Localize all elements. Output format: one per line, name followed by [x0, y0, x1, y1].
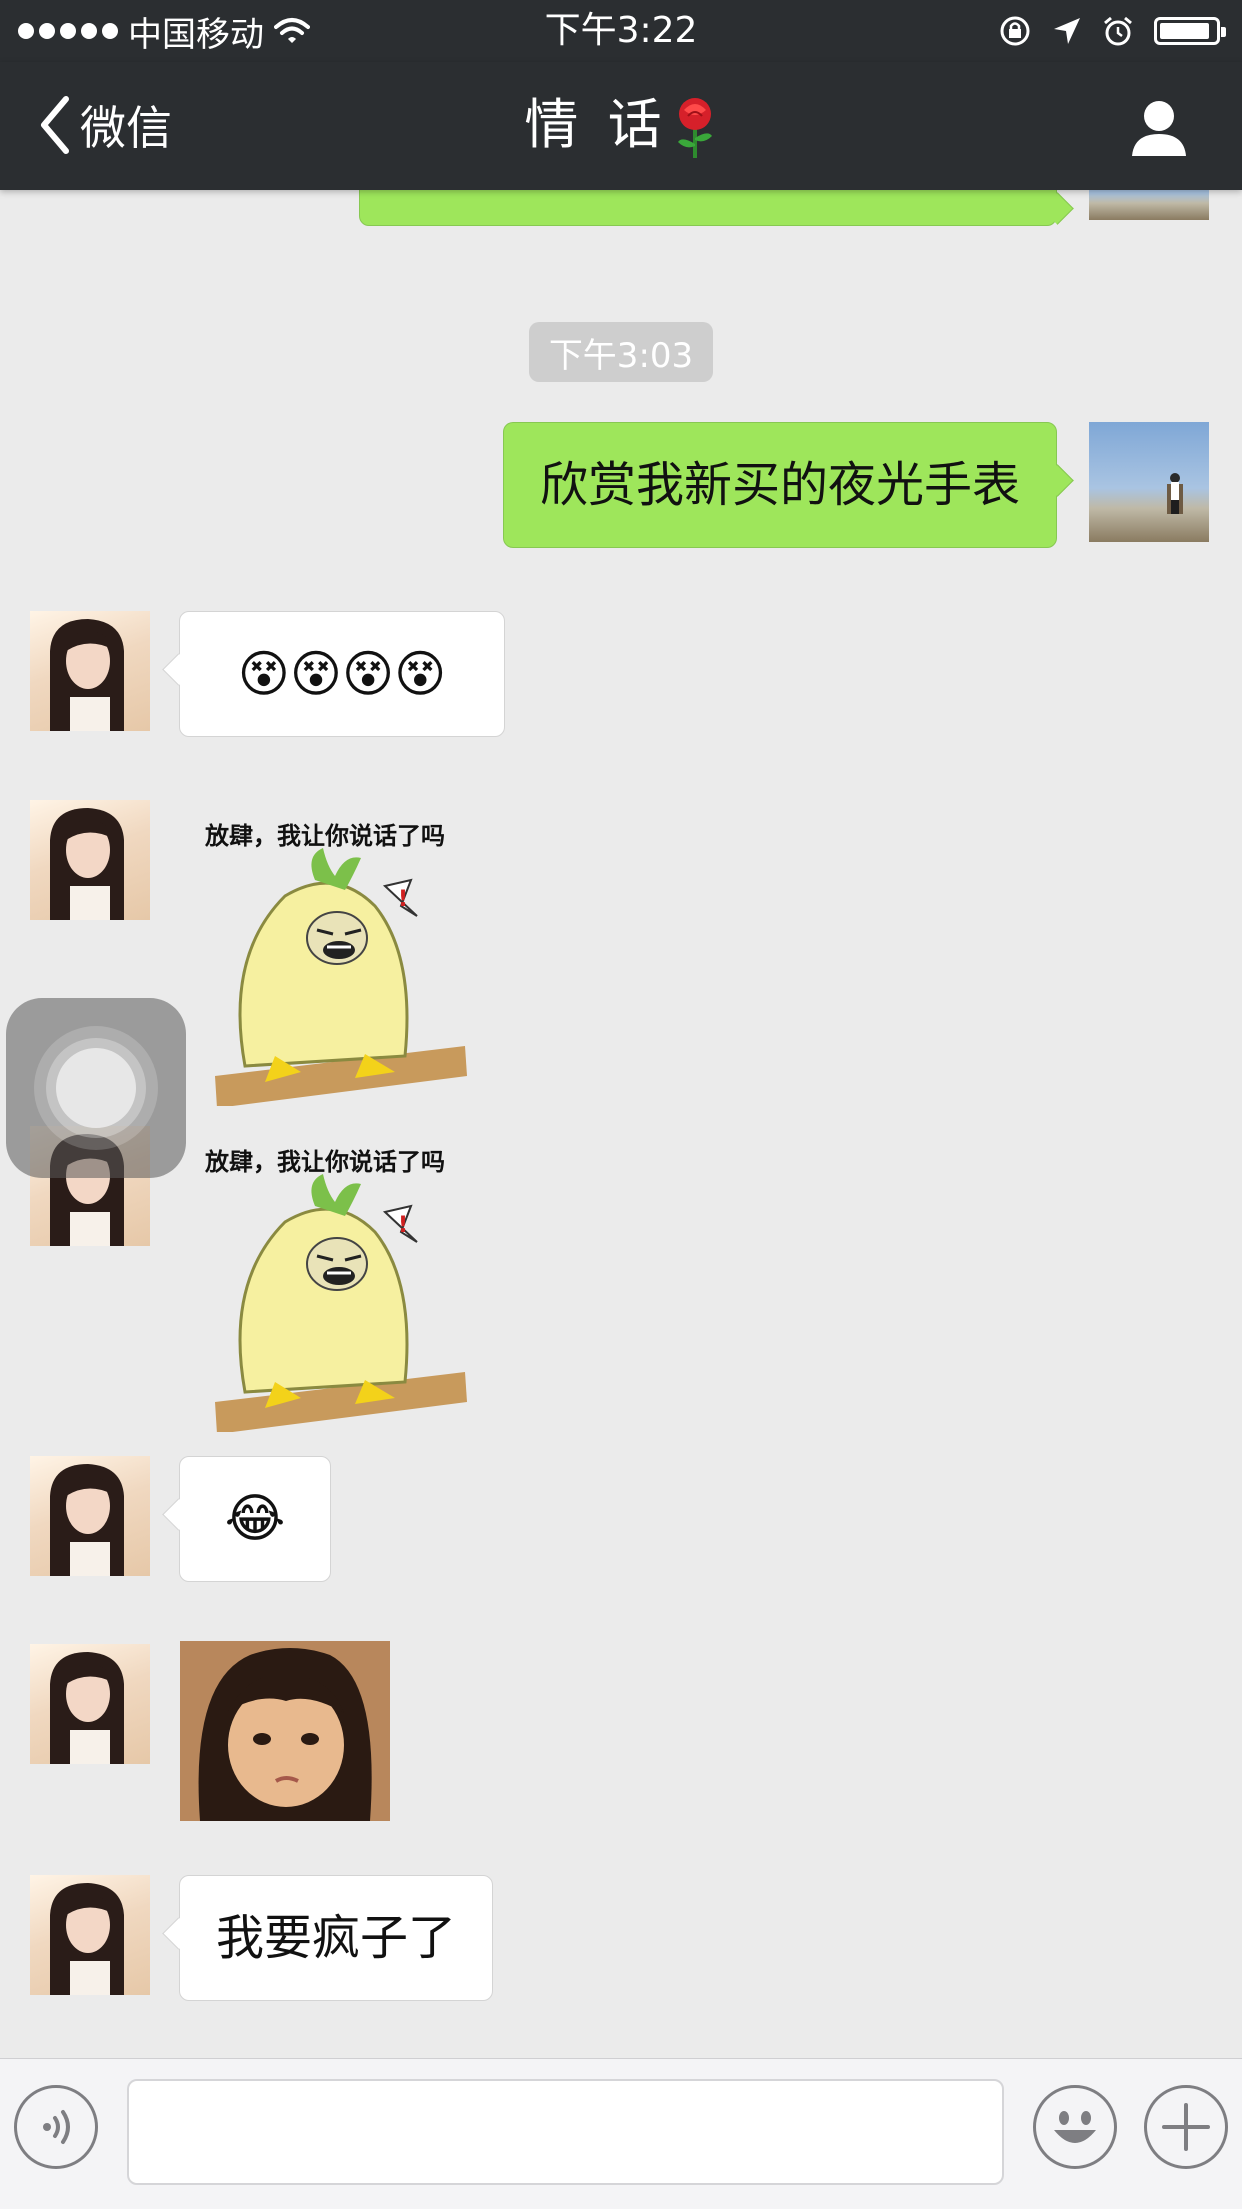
rotation-lock-icon: [1000, 16, 1030, 46]
contact-avatar[interactable]: [30, 1875, 150, 1995]
chat-area[interactable]: 下午3:03 欣赏我新买的夜光手表 😵😵😵😵 放肆，我让你说话了吗 ! 放肆，我…: [0, 190, 1242, 2058]
message-timestamp: 下午3:03: [529, 322, 713, 382]
message-bubble-text[interactable]: 我要疯子了: [179, 1875, 493, 2001]
alarm-icon: [1104, 16, 1132, 46]
battery-level: [1160, 23, 1209, 39]
sticker-message[interactable]: 放肆，我让你说话了吗 !: [205, 816, 475, 1106]
message-bubble-emoji[interactable]: 😂: [179, 1456, 331, 1582]
my-avatar-partial[interactable]: [1089, 190, 1209, 220]
radish-meme-sticker: !: [215, 848, 467, 1106]
message-bubble-mine[interactable]: 欣赏我新买的夜光手表: [503, 422, 1057, 548]
nav-bar: 微信 情 话: [0, 62, 1242, 190]
rose-icon: [677, 98, 712, 159]
voice-icon: [43, 2110, 70, 2144]
location-arrow-icon: [1054, 18, 1080, 44]
avatar-photo-woman: [50, 1464, 124, 1576]
chat-info-button[interactable]: [1128, 98, 1190, 158]
avatar-photo-man: [1167, 473, 1183, 514]
child-photo: [180, 1641, 390, 1821]
emoji-button[interactable]: [1033, 2085, 1117, 2169]
message-text: 欣赏我新买的夜光手表: [539, 457, 1020, 513]
svg-text:!: !: [398, 887, 408, 912]
message-emoji-text: 😵😵😵😵: [237, 645, 447, 703]
message-bubble-emoji[interactable]: 😵😵😵😵: [179, 611, 505, 737]
more-button[interactable]: [1144, 2085, 1228, 2169]
assistive-ring-inner: [56, 1048, 136, 1128]
chat-title-text: 情 话: [524, 93, 668, 156]
contact-avatar[interactable]: [30, 1644, 150, 1764]
avatar-photo-woman: [50, 808, 124, 920]
input-bar: [0, 2058, 1242, 2209]
plus-icon: [1162, 2103, 1210, 2151]
radish-meme-sticker: !: [215, 1174, 467, 1432]
avatar-photo-woman: [50, 1652, 124, 1764]
assistive-touch-button[interactable]: [6, 998, 186, 1178]
contact-avatar[interactable]: [30, 611, 150, 731]
status-right: [998, 8, 1226, 54]
message-bubble-partial[interactable]: [359, 190, 1057, 226]
avatar-photo-woman: [50, 1883, 124, 1995]
status-bar: 中国移动 下午3:22: [0, 0, 1242, 62]
message-text: 我要疯子了: [215, 1910, 456, 1966]
battery-icon: [1154, 17, 1226, 45]
person-icon: [1132, 101, 1186, 156]
avatar-photo-woman: [50, 619, 124, 731]
image-message[interactable]: [180, 1641, 390, 1821]
message-emoji-text: 😂: [224, 1489, 286, 1549]
my-avatar[interactable]: [1089, 422, 1209, 542]
contact-avatar[interactable]: [30, 800, 150, 920]
svg-text:!: !: [398, 1213, 408, 1238]
emoji-icon: [1054, 2111, 1096, 2143]
chat-title: 情 话: [0, 90, 1242, 160]
voice-button[interactable]: [14, 2085, 98, 2169]
contact-avatar[interactable]: [30, 1456, 150, 1576]
sticker-message[interactable]: 放肆，我让你说话了吗 !: [205, 1142, 475, 1432]
message-input[interactable]: [127, 2079, 1004, 2185]
